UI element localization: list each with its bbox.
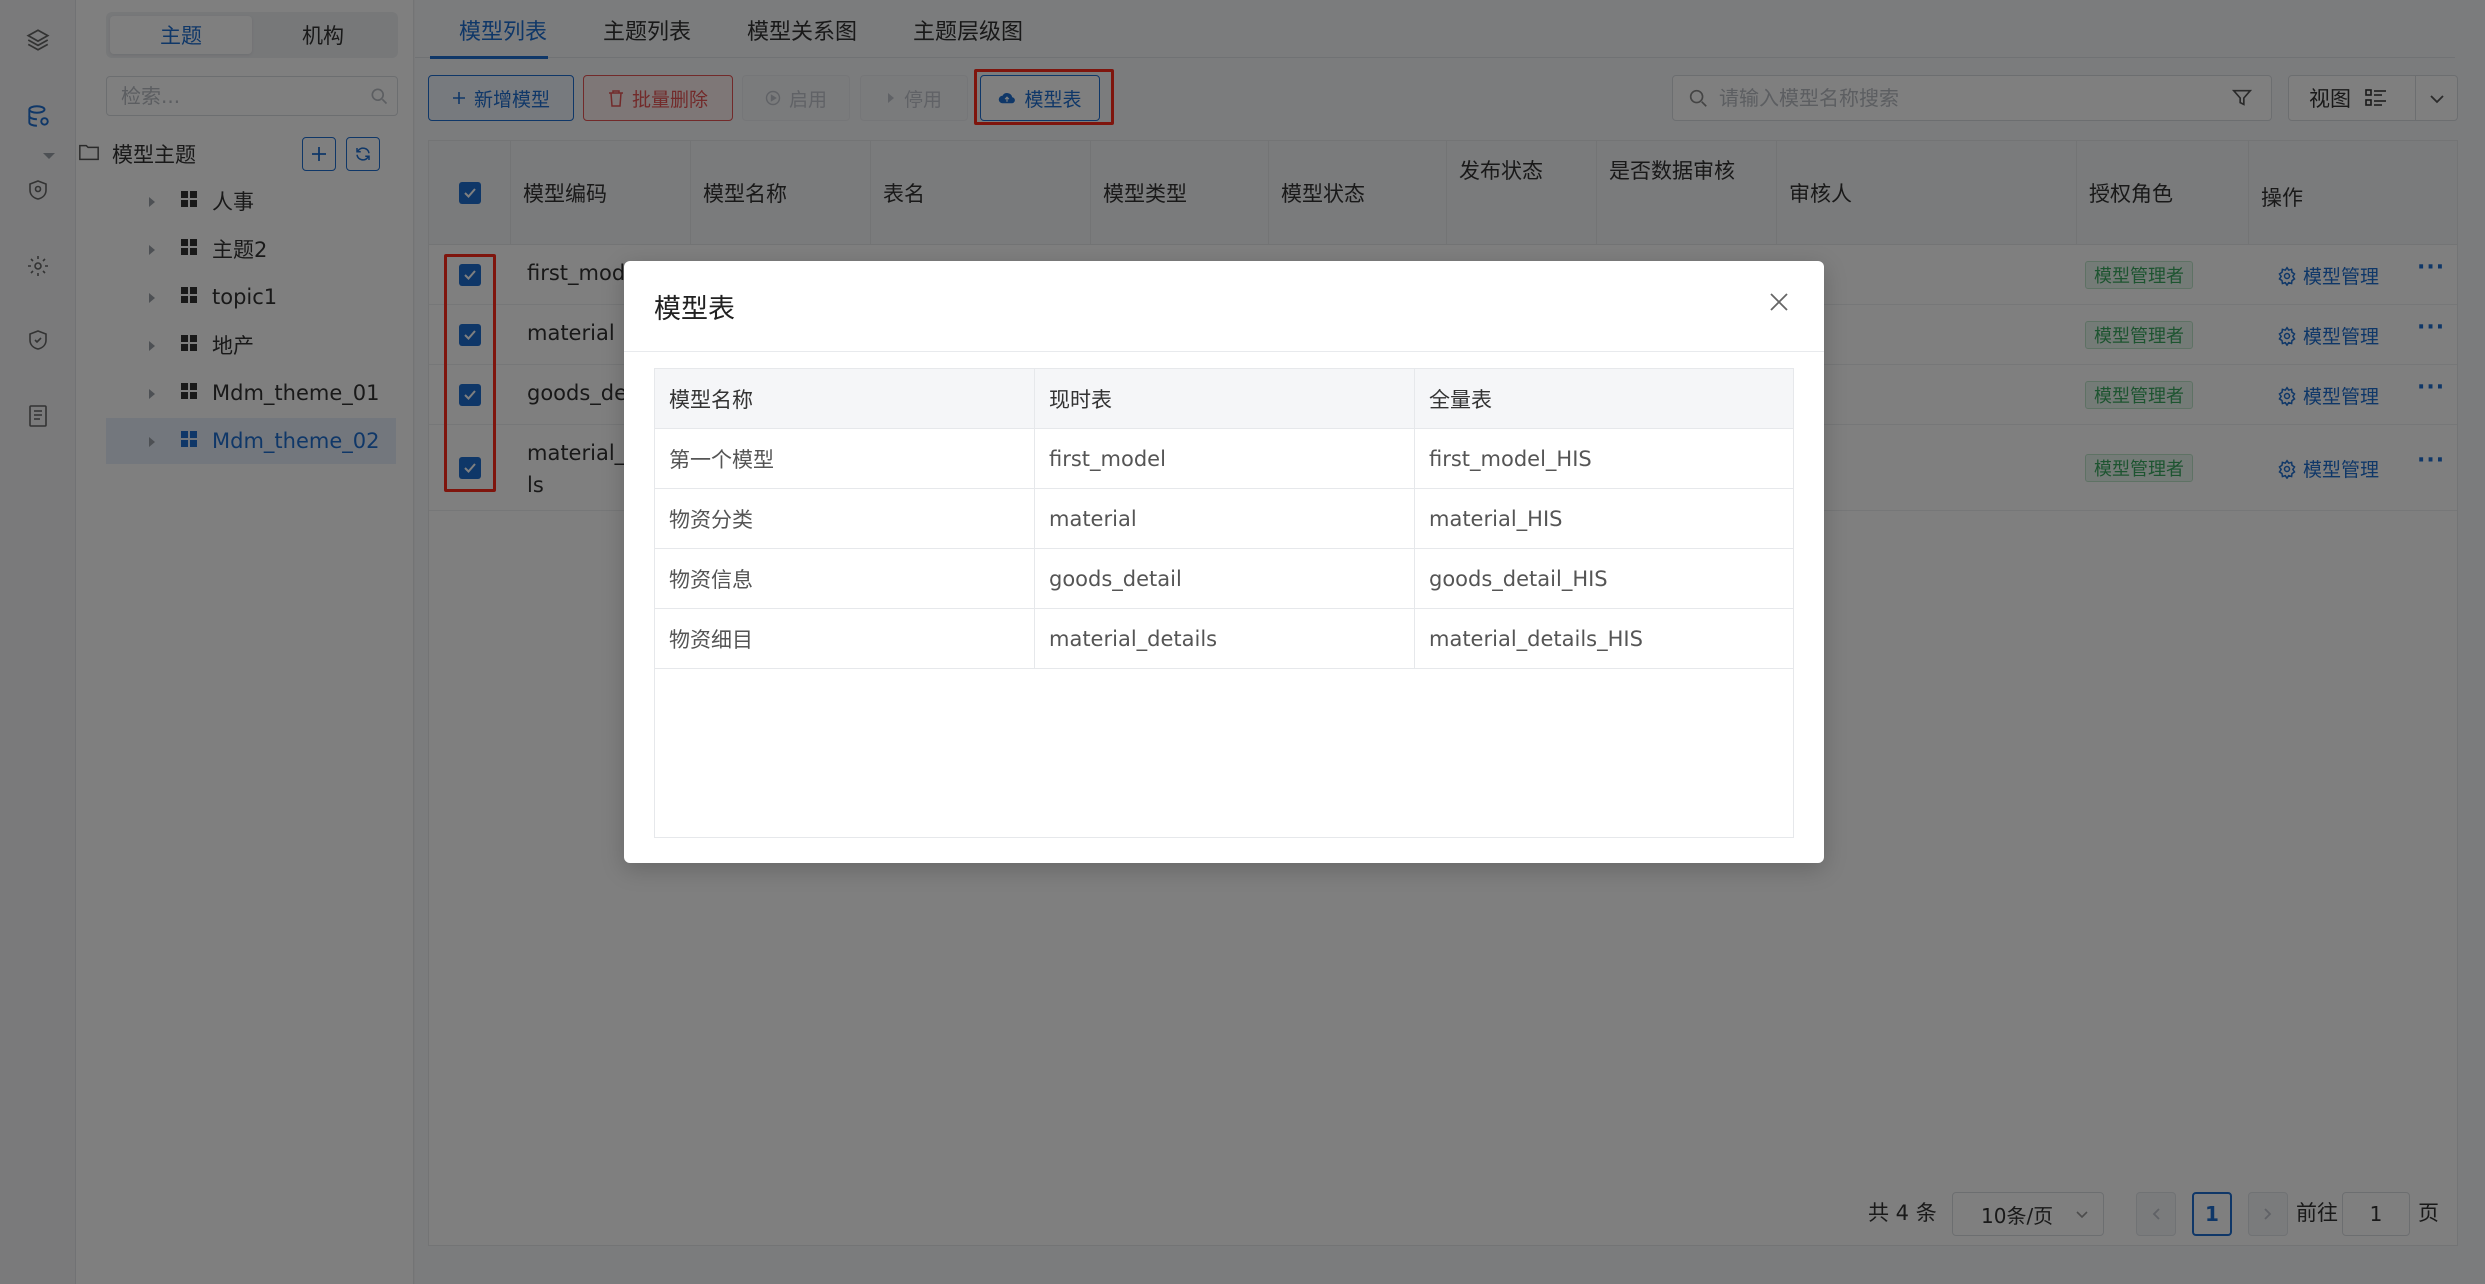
dialog-title: 模型表	[654, 294, 735, 325]
dialog-cell-full-table: material_HIS	[1415, 489, 1793, 549]
dialog-cell-model-name: 物资分类	[655, 489, 1035, 549]
dialog-col-model-name: 模型名称	[655, 369, 1035, 429]
dialog-col-full-table: 全量表	[1415, 369, 1793, 429]
dialog-cell-model-name: 物资细目	[655, 609, 1035, 669]
dialog-table: 模型名称 现时表 全量表 第一个模型 first_model first_model…	[654, 368, 1794, 838]
dialog-cell-model-name: 第一个模型	[655, 429, 1035, 489]
close-icon[interactable]	[1764, 287, 1794, 317]
dialog-cell-current-table: first_model	[1035, 429, 1415, 489]
dialog-divider	[624, 351, 1824, 352]
dialog-cell-current-table: material_details	[1035, 609, 1415, 669]
dialog-cell-current-table: goods_detail	[1035, 549, 1415, 609]
dialog-cell-full-table: goods_detail_HIS	[1415, 549, 1793, 609]
dialog-col-current-table: 现时表	[1035, 369, 1415, 429]
model-table-dialog: 模型表 模型名称 现时表 全量表 第一个模型 first_model first_m…	[624, 261, 1824, 863]
dialog-cell-full-table: first_model_HIS	[1415, 429, 1793, 489]
dialog-cell-current-table: material	[1035, 489, 1415, 549]
dialog-cell-model-name: 物资信息	[655, 549, 1035, 609]
dialog-cell-full-table: material_details_HIS	[1415, 609, 1793, 669]
